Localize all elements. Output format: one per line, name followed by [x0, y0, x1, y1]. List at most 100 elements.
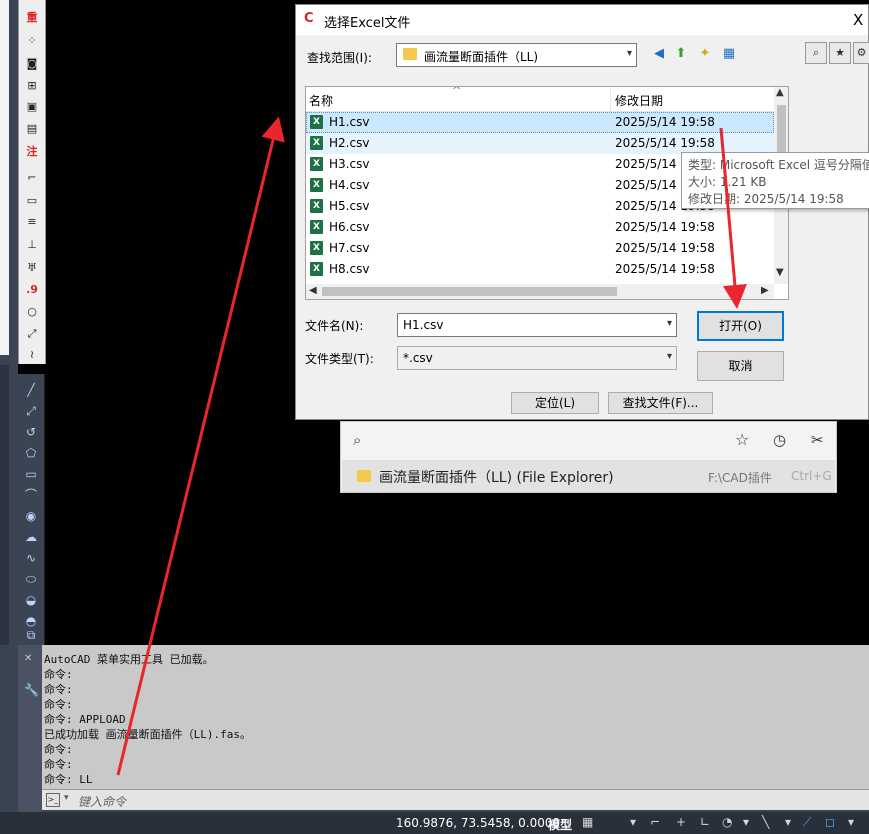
locate-button[interactable]: 定位(L)	[511, 392, 599, 414]
search-result-item[interactable]: 画流量断面插件（LL) (File Explorer) F:\CAD插件 Ctr…	[342, 460, 835, 492]
scale-icon[interactable]: ⤢	[23, 326, 41, 342]
preview-icon[interactable]: ⌕	[805, 42, 827, 64]
annotate-icon[interactable]: 注	[23, 144, 41, 160]
tooltip-size: 大小: 1.21 KB	[688, 175, 767, 189]
back-icon[interactable]: ◀	[650, 45, 668, 63]
osnap-icon[interactable]: ◻	[825, 815, 835, 829]
revcloud-icon[interactable]: ☁	[22, 529, 40, 545]
excel-file-icon: X	[310, 220, 323, 234]
chevron-down-icon[interactable]: ▾	[848, 815, 854, 829]
rectangle-icon[interactable]: ▭	[22, 466, 40, 482]
tools-icon[interactable]: ✂	[811, 431, 824, 449]
quick-search-panel: ⌕ ☆ ◷ ✂ 画流量断面插件（LL) (File Explorer) F:\C…	[340, 421, 837, 493]
command-prompt-icon[interactable]: >_	[46, 793, 60, 807]
chevron-down-icon[interactable]: ▾	[667, 318, 672, 329]
coordinates-readout[interactable]: 160.9876, 73.5458, 0.0000	[396, 816, 560, 830]
polar-icon[interactable]: ◔	[722, 815, 732, 829]
folder-icon	[357, 470, 371, 482]
look-in-label: 查找范围(I):	[307, 51, 372, 65]
dialog-titlebar[interactable]: C 选择Excel文件 X	[296, 5, 868, 35]
file-row[interactable]: X H6.csv 2025/5/14 19:58	[306, 217, 774, 238]
file-row[interactable]: X H8.csv 2025/5/14 19:58	[306, 259, 774, 280]
scroll-up-icon[interactable]: ▲	[776, 87, 784, 98]
wave-icon[interactable]: ≀	[23, 347, 41, 363]
horizontal-scrollbar[interactable]: ◀ ▶	[306, 284, 774, 299]
scroll-down-icon[interactable]: ▼	[776, 267, 784, 278]
filetype-select[interactable]: *.csv ▾	[397, 346, 677, 370]
close-icon[interactable]: ✕	[24, 653, 32, 664]
file-row[interactable]: X H7.csv 2025/5/14 19:58	[306, 238, 774, 259]
new-folder-icon[interactable]: ✦	[696, 45, 714, 63]
arc-icon[interactable]: ↺	[22, 424, 40, 440]
chevron-down-icon[interactable]: ▾	[785, 815, 791, 829]
open-button[interactable]: 打开(O)	[697, 311, 784, 341]
command-input[interactable]: >_ ▾ 键入命令	[42, 789, 869, 810]
excel-file-icon: X	[310, 262, 323, 276]
clock-icon[interactable]: ◷	[773, 431, 786, 449]
horizontal-scroll-thumb[interactable]	[322, 287, 617, 296]
chevron-down-icon[interactable]: ▾	[64, 793, 69, 803]
object-track-icon[interactable]: ⟋	[803, 815, 811, 830]
command-line: 命令:	[44, 743, 73, 756]
circle-icon[interactable]: ◉	[22, 508, 40, 524]
arc-3pt-icon[interactable]: ⌒	[22, 487, 40, 503]
image-icon[interactable]: ▤	[23, 121, 41, 137]
view-menu-icon[interactable]: ▦	[720, 45, 738, 63]
stair-icon[interactable]: ⊥	[23, 237, 41, 253]
spline-icon[interactable]: ∿	[22, 550, 40, 566]
isodraft-icon[interactable]: ╲	[762, 815, 769, 829]
heavy-icon[interactable]: 重	[23, 10, 41, 26]
command-window-handle[interactable]: ✕ 🔧	[18, 645, 42, 812]
chevron-down-icon[interactable]: ▾	[743, 815, 749, 829]
tools-icon[interactable]: ⚙	[853, 42, 869, 64]
look-in-combo[interactable]: 画流量断面插件（LL) ▾	[396, 43, 637, 67]
infer-icon[interactable]: +	[676, 815, 686, 829]
wall-icon[interactable]: ≡	[23, 214, 41, 230]
file-name: H2.csv	[329, 136, 370, 150]
sort-up-icon: ^	[452, 86, 462, 97]
favorites-icon[interactable]: ★	[829, 42, 851, 64]
star-icon[interactable]: ☆	[735, 430, 749, 449]
file-row[interactable]: X H2.csv 2025/5/14 19:58	[306, 133, 774, 154]
ellipse-arc-icon[interactable]: ◒	[22, 592, 40, 608]
command-line: 命令:	[44, 758, 73, 771]
grid-icon[interactable]: ▦	[582, 815, 593, 829]
find-file-button[interactable]: 查找文件(F)...	[608, 392, 713, 414]
construction-line-icon[interactable]: ⤢	[22, 403, 40, 419]
line-icon[interactable]: ╱	[22, 382, 40, 398]
close-button[interactable]: X	[853, 11, 863, 29]
number-icon[interactable]: .9	[23, 282, 41, 298]
command-history: AutoCAD 菜单实用工具 已加载。 命令: 命令: 命令: 命令: APPL…	[42, 645, 869, 789]
polygon-icon[interactable]: ⬠	[22, 445, 40, 461]
up-folder-icon[interactable]: ⬆	[672, 45, 690, 63]
rectangle-icon[interactable]: ▭	[23, 193, 41, 209]
result-name: 画流量断面插件（LL) (File Explorer)	[379, 470, 614, 486]
lock-icon[interactable]: ◙	[23, 56, 41, 72]
column-divider[interactable]	[610, 87, 611, 111]
command-line: 命令:	[44, 668, 73, 681]
wrench-icon[interactable]: 🔧	[24, 683, 39, 697]
column-date-header[interactable]: 修改日期	[615, 92, 663, 109]
chevron-down-icon[interactable]: ▾	[630, 815, 636, 829]
dotted-circle-icon[interactable]: ⁘	[23, 33, 41, 49]
scroll-right-icon[interactable]: ▶	[761, 285, 769, 296]
palette-strip-dark-panel	[0, 365, 9, 645]
model-space-button[interactable]: 模型	[548, 816, 572, 833]
xref-icon[interactable]: ▣	[23, 99, 41, 115]
circle-icon[interactable]: ○	[23, 304, 41, 320]
scroll-left-icon[interactable]: ◀	[309, 285, 317, 296]
ellipse-icon[interactable]: ⬭	[22, 571, 40, 587]
search-icon[interactable]: ⌕	[353, 431, 361, 449]
insert-icon[interactable]: ⊞	[23, 78, 41, 94]
filename-input[interactable]: H1.csv ▾	[397, 313, 677, 337]
ortho-icon[interactable]: ∟	[700, 815, 710, 829]
snap-icon[interactable]: ⌐	[650, 815, 660, 829]
column-name-header[interactable]: 名称	[309, 92, 333, 109]
file-row[interactable]: X H1.csv 2025/5/14 19:58	[306, 112, 774, 133]
column-header: ^ 名称 修改日期	[306, 87, 774, 112]
insert-block-icon[interactable]: ⧉	[22, 627, 40, 643]
polyline-icon[interactable]: ⌐	[23, 170, 41, 186]
table-icon[interactable]: ♅	[23, 260, 41, 276]
chevron-down-icon: ▾	[626, 48, 632, 59]
cancel-button[interactable]: 取消	[697, 351, 784, 381]
